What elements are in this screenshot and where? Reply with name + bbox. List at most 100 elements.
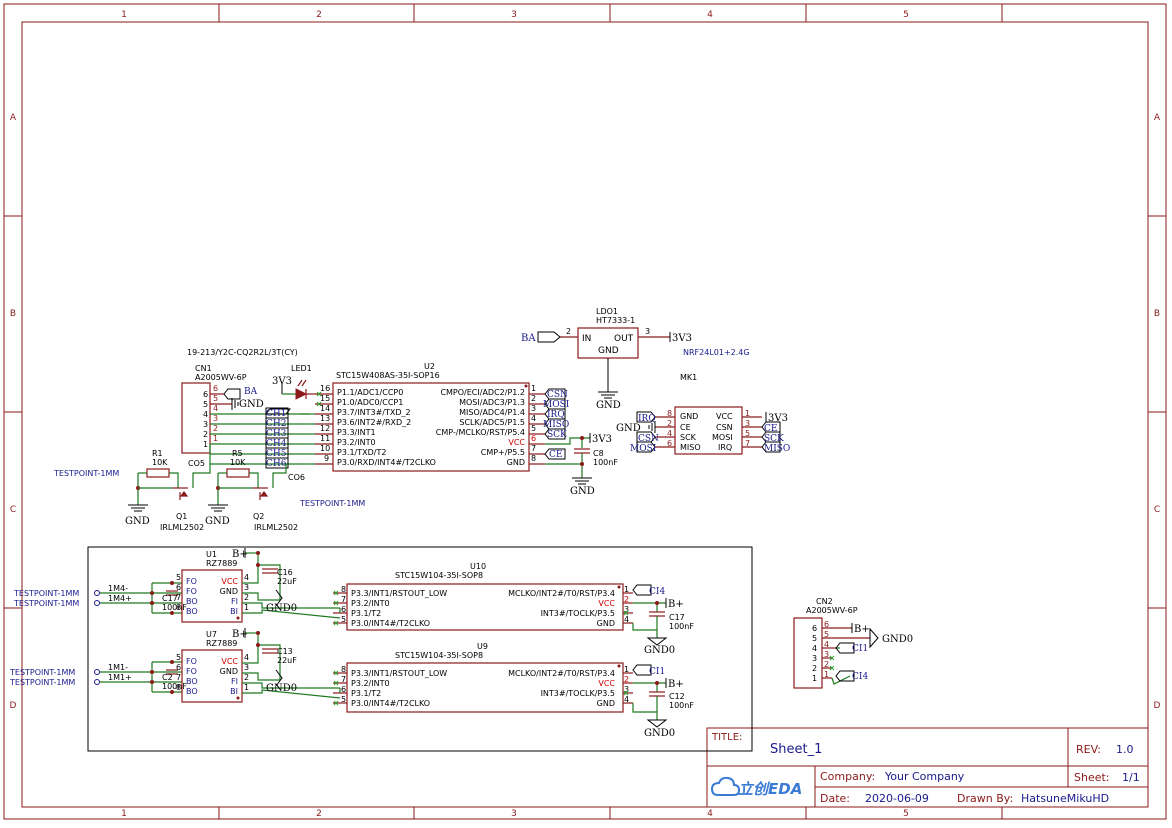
- u1-pin-num: 5: [176, 573, 181, 582]
- u2-pin-name: P3.7/INT3#/TXD_2: [337, 408, 411, 417]
- c8-gnd: GND: [570, 486, 595, 497]
- u9-pin-name: P3.1/T2: [351, 689, 381, 698]
- cn2-net: B+: [854, 624, 870, 635]
- c12-ref: C12: [669, 692, 685, 701]
- cn2-ref: CN2: [816, 597, 833, 606]
- co6: CO6: [288, 473, 305, 482]
- col-label: 2: [316, 10, 322, 20]
- ldo-pin-gnd: GND: [598, 346, 619, 356]
- rf-pin-name: VCC: [716, 412, 733, 421]
- u2-pin-num: 12: [320, 424, 330, 433]
- u2-net: IRQ: [547, 410, 565, 420]
- led-part: 19-213/Y2C-CQ2R2L/3T(CY): [187, 348, 298, 357]
- tp-label: TESTPOINT-1MM: [13, 589, 79, 598]
- gnd-r1: GND: [125, 516, 150, 527]
- row-label: C: [1154, 505, 1160, 515]
- bplus: B+: [668, 599, 684, 610]
- rf-net: GND: [616, 423, 641, 434]
- col-label: 4: [707, 10, 713, 20]
- cn1-pin: 4: [203, 410, 208, 419]
- svg-text:3: 3: [213, 414, 218, 423]
- title-label: TITLE:: [711, 732, 742, 743]
- rev-value: 1.0: [1116, 743, 1134, 756]
- date-label: Date:: [820, 792, 850, 805]
- u1-pin-num: 3: [244, 583, 249, 592]
- u2-net: MISO: [543, 420, 569, 430]
- company-value: Your Company: [884, 770, 965, 783]
- c17-val: 100nF: [669, 622, 694, 631]
- u2-pin-num: 2: [531, 394, 536, 403]
- drawn-label: Drawn By:: [957, 792, 1013, 805]
- u2-pin-num: 14: [320, 404, 330, 413]
- u2-pin-num: 10: [320, 444, 330, 453]
- cn2-pin: 4: [812, 644, 817, 653]
- c16-val: 22uF: [277, 577, 297, 586]
- cn2-pin: 3: [812, 654, 817, 663]
- ldo-net-in: BA: [521, 333, 536, 344]
- rf-net: SCK: [764, 434, 784, 444]
- ldo-part: HT7333-1: [596, 316, 635, 325]
- u2-pin-name: P1.0/ADC0/CCP1: [337, 398, 403, 407]
- u7-pin-num: 4: [244, 653, 249, 662]
- u2-pin-name: SCLK/ADC5/P1.5: [459, 418, 525, 427]
- cn2-part: A2005WV-6P: [806, 606, 858, 615]
- cn2-net: CI1: [852, 644, 868, 654]
- r1-ref: R1: [152, 449, 163, 458]
- cn1-net: GND: [239, 399, 264, 410]
- row-label: D: [1154, 701, 1161, 711]
- r1-value: 10K: [152, 458, 168, 467]
- u2-ref: U2: [424, 362, 435, 371]
- logo: 立创EDA: [710, 776, 802, 798]
- svg-text:2: 2: [213, 424, 218, 433]
- u10-pin-name: MCLKO/INT2#/T0/RST/P3.4: [508, 589, 615, 598]
- rf-net: CE: [764, 424, 777, 434]
- u2-pin-name: CMPO/ECI/ADC2/P1.2: [440, 388, 525, 397]
- u2-pin-num: 7: [531, 444, 536, 453]
- u7-pin-num: 1: [244, 683, 249, 692]
- u9-ref: U9: [477, 642, 488, 651]
- sheet-value: 1/1: [1122, 771, 1140, 784]
- u1-pin-num: 7: [176, 593, 181, 602]
- u2-pin-num: 11: [320, 434, 330, 443]
- row-label: D: [10, 701, 17, 711]
- svg-text:6: 6: [213, 384, 218, 393]
- u1-part: RZ7889: [206, 559, 237, 568]
- u2-net: SCK: [547, 430, 567, 440]
- u2-pin-name: P1.1/ADC1/CCP0: [337, 388, 403, 397]
- ch-net: CH4: [266, 439, 287, 449]
- connector-cn2: CN2 A2005WV-6P 6 5 4 3 2 1 654 321 B+ GN…: [793, 597, 913, 689]
- ldo-pin-in: IN: [582, 334, 591, 344]
- cn1-net: BA: [244, 387, 258, 397]
- u7-ref: U7: [206, 630, 217, 639]
- col-label: 5: [903, 809, 909, 819]
- motor-net: 1M4+: [108, 594, 132, 603]
- u2-pin-num: 4: [531, 414, 536, 423]
- u7-pin-name: BO: [186, 687, 198, 696]
- rf-pin-name: SCK: [680, 433, 697, 442]
- u2-pin-num: 16: [320, 384, 330, 393]
- row-label: C: [10, 505, 16, 515]
- ldo-ref: LDO1: [596, 307, 618, 316]
- sheet-title: Sheet_1: [770, 742, 822, 757]
- u2-net: CSN: [547, 390, 568, 400]
- rf-net: MOSI: [630, 444, 657, 454]
- u10-part: STC15W104-35I-SOP8: [395, 571, 483, 580]
- sheet-label: Sheet:: [1074, 771, 1110, 784]
- ldo-net-out: 3V3: [672, 333, 692, 344]
- u1-pin-name: BO: [186, 597, 198, 606]
- u7-pin-name: FO: [186, 667, 197, 676]
- ch-net: CH6: [266, 459, 287, 469]
- bplus: B+: [232, 549, 248, 560]
- cap-ref: C2: [162, 673, 173, 682]
- cn1-pin: 5: [203, 400, 208, 409]
- u1-pin-name: FO: [186, 577, 197, 586]
- driver-block-1: TESTPOINT-1MM TESTPOINT-1MM 1M4- 1M4+ C1…: [13, 548, 694, 656]
- u9-pin-name: P3.3/INT1/RSTOUT_LOW: [351, 669, 447, 678]
- rf-net: 3V3: [768, 413, 788, 424]
- cn2-net: GND0: [882, 634, 913, 645]
- u9-pin-name: GND: [597, 699, 615, 708]
- q1-ref: Q1: [176, 512, 187, 521]
- c12-val: 100nF: [669, 701, 694, 710]
- motor-net: 1M1-: [108, 663, 128, 672]
- gnd-symbol: [572, 477, 592, 485]
